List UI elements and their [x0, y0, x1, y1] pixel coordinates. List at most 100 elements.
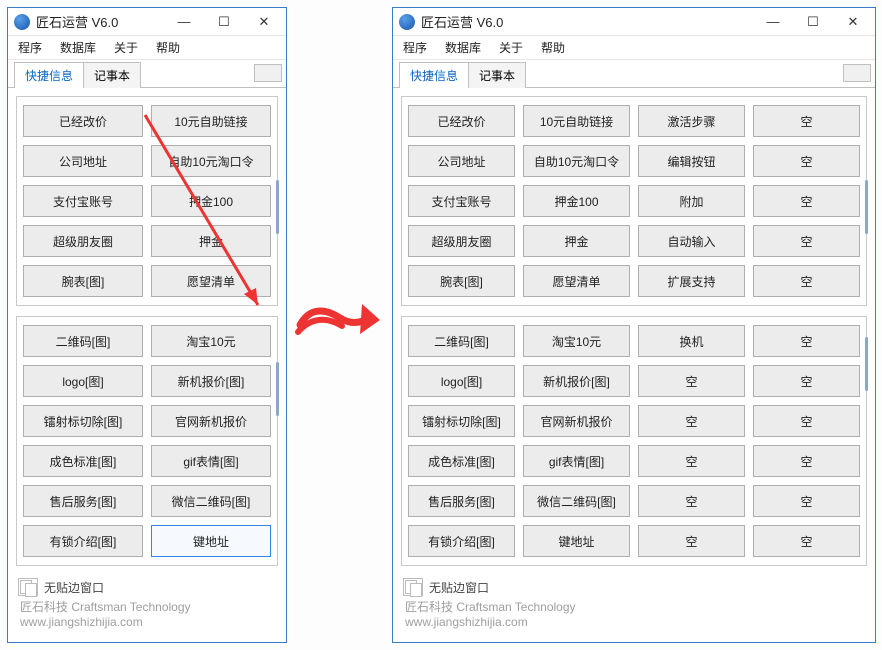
titlebar[interactable]: 匠石运营 V6.0 — ☐ ✕: [8, 8, 286, 36]
minimize-button[interactable]: —: [164, 9, 204, 35]
maximize-button[interactable]: ☐: [204, 9, 244, 35]
action-button[interactable]: 10元自助链接: [151, 105, 271, 137]
action-button[interactable]: 有锁介绍[图]: [408, 525, 515, 557]
action-button[interactable]: 自助10元淘口令: [523, 145, 630, 177]
action-button[interactable]: 成色标准[图]: [23, 445, 143, 477]
tab-notepad[interactable]: 记事本: [83, 62, 141, 88]
action-button[interactable]: gif表情[图]: [151, 445, 271, 477]
action-button[interactable]: 公司地址: [23, 145, 143, 177]
action-button[interactable]: 10元自助链接: [523, 105, 630, 137]
action-button[interactable]: 公司地址: [408, 145, 515, 177]
action-button[interactable]: 官网新机报价: [151, 405, 271, 437]
minimize-button[interactable]: —: [753, 9, 793, 35]
action-button[interactable]: gif表情[图]: [523, 445, 630, 477]
action-button[interactable]: 新机报价[图]: [523, 365, 630, 397]
menubar: 程序 数据库 关于 帮助: [8, 36, 286, 60]
action-button[interactable]: 键地址: [151, 525, 271, 557]
action-button[interactable]: 官网新机报价: [523, 405, 630, 437]
maximize-button[interactable]: ☐: [793, 9, 833, 35]
window-wide: 匠石运营 V6.0 — ☐ ✕ 程序 数据库 关于 帮助 快捷信息 记事本 已经…: [392, 7, 876, 643]
action-button[interactable]: 腕表[图]: [23, 265, 143, 297]
action-button[interactable]: 空: [753, 485, 860, 517]
action-button[interactable]: 超级朋友圈: [408, 225, 515, 257]
action-button[interactable]: 空: [753, 325, 860, 357]
action-button[interactable]: 空: [753, 365, 860, 397]
action-button[interactable]: 附加: [638, 185, 745, 217]
action-button[interactable]: 押金: [151, 225, 271, 257]
tab-notepad[interactable]: 记事本: [468, 62, 526, 88]
resize-handle[interactable]: [865, 337, 868, 391]
menu-about[interactable]: 关于: [493, 37, 529, 58]
action-button[interactable]: 淘宝10元: [151, 325, 271, 357]
action-button[interactable]: 空: [753, 145, 860, 177]
action-button[interactable]: 空: [753, 265, 860, 297]
tab-extra-box[interactable]: [843, 64, 871, 82]
menu-database[interactable]: 数据库: [439, 37, 487, 58]
action-button[interactable]: logo[图]: [408, 365, 515, 397]
action-button[interactable]: 新机报价[图]: [151, 365, 271, 397]
action-button[interactable]: 空: [753, 445, 860, 477]
resize-handle[interactable]: [276, 362, 279, 416]
action-button[interactable]: 已经改价: [408, 105, 515, 137]
menu-help[interactable]: 帮助: [535, 37, 571, 58]
resize-handle[interactable]: [865, 180, 868, 234]
titlebar[interactable]: 匠石运营 V6.0 — ☐ ✕: [393, 8, 875, 36]
action-button[interactable]: 二维码[图]: [23, 325, 143, 357]
action-button[interactable]: 押金: [523, 225, 630, 257]
action-button[interactable]: 空: [753, 405, 860, 437]
action-button[interactable]: 自动输入: [638, 225, 745, 257]
action-button[interactable]: 空: [753, 225, 860, 257]
tab-extra-box[interactable]: [254, 64, 282, 82]
action-button[interactable]: 镭射标切除[图]: [23, 405, 143, 437]
action-button[interactable]: 换机: [638, 325, 745, 357]
action-button[interactable]: 空: [753, 525, 860, 557]
action-button[interactable]: 自助10元淘口令: [151, 145, 271, 177]
menu-program[interactable]: 程序: [397, 37, 433, 58]
action-button[interactable]: 空: [638, 365, 745, 397]
menu-program[interactable]: 程序: [12, 37, 48, 58]
action-button[interactable]: 有锁介绍[图]: [23, 525, 143, 557]
action-button[interactable]: 空: [753, 185, 860, 217]
action-button[interactable]: 空: [638, 445, 745, 477]
action-button[interactable]: 空: [753, 105, 860, 137]
action-button[interactable]: 超级朋友圈: [23, 225, 143, 257]
action-button[interactable]: 淘宝10元: [523, 325, 630, 357]
close-button[interactable]: ✕: [244, 9, 284, 35]
tab-quickinfo[interactable]: 快捷信息: [399, 62, 469, 88]
action-button[interactable]: 空: [638, 405, 745, 437]
window-duplicate-icon[interactable]: [18, 578, 38, 596]
menu-database[interactable]: 数据库: [54, 37, 102, 58]
action-button[interactable]: 押金100: [151, 185, 271, 217]
action-button[interactable]: 激活步骤: [638, 105, 745, 137]
button-group-1: 已经改价10元自助链接公司地址自助10元淘口令支付宝账号押金100超级朋友圈押金…: [16, 96, 278, 306]
action-button[interactable]: 售后服务[图]: [408, 485, 515, 517]
action-button[interactable]: 愿望清单: [151, 265, 271, 297]
action-button[interactable]: 扩展支持: [638, 265, 745, 297]
action-button[interactable]: 成色标准[图]: [408, 445, 515, 477]
action-button[interactable]: 售后服务[图]: [23, 485, 143, 517]
action-button[interactable]: 微信二维码[图]: [523, 485, 630, 517]
close-button[interactable]: ✕: [833, 9, 873, 35]
menu-about[interactable]: 关于: [108, 37, 144, 58]
action-button[interactable]: 愿望清单: [523, 265, 630, 297]
action-button[interactable]: 空: [638, 485, 745, 517]
resize-handle[interactable]: [276, 180, 279, 234]
footer-label: 无贴边窗口: [44, 579, 104, 596]
action-button[interactable]: 押金100: [523, 185, 630, 217]
action-button[interactable]: 支付宝账号: [408, 185, 515, 217]
action-button[interactable]: 键地址: [523, 525, 630, 557]
action-button[interactable]: 已经改价: [23, 105, 143, 137]
tab-quickinfo[interactable]: 快捷信息: [14, 62, 84, 88]
action-button[interactable]: 腕表[图]: [408, 265, 515, 297]
action-button[interactable]: 微信二维码[图]: [151, 485, 271, 517]
action-button[interactable]: 空: [638, 525, 745, 557]
action-button[interactable]: 二维码[图]: [408, 325, 515, 357]
action-button[interactable]: 编辑按钮: [638, 145, 745, 177]
app-icon: [14, 14, 30, 30]
window-duplicate-icon[interactable]: [403, 578, 423, 596]
menu-help[interactable]: 帮助: [150, 37, 186, 58]
action-button[interactable]: 支付宝账号: [23, 185, 143, 217]
menubar: 程序 数据库 关于 帮助: [393, 36, 875, 60]
action-button[interactable]: 镭射标切除[图]: [408, 405, 515, 437]
action-button[interactable]: logo[图]: [23, 365, 143, 397]
